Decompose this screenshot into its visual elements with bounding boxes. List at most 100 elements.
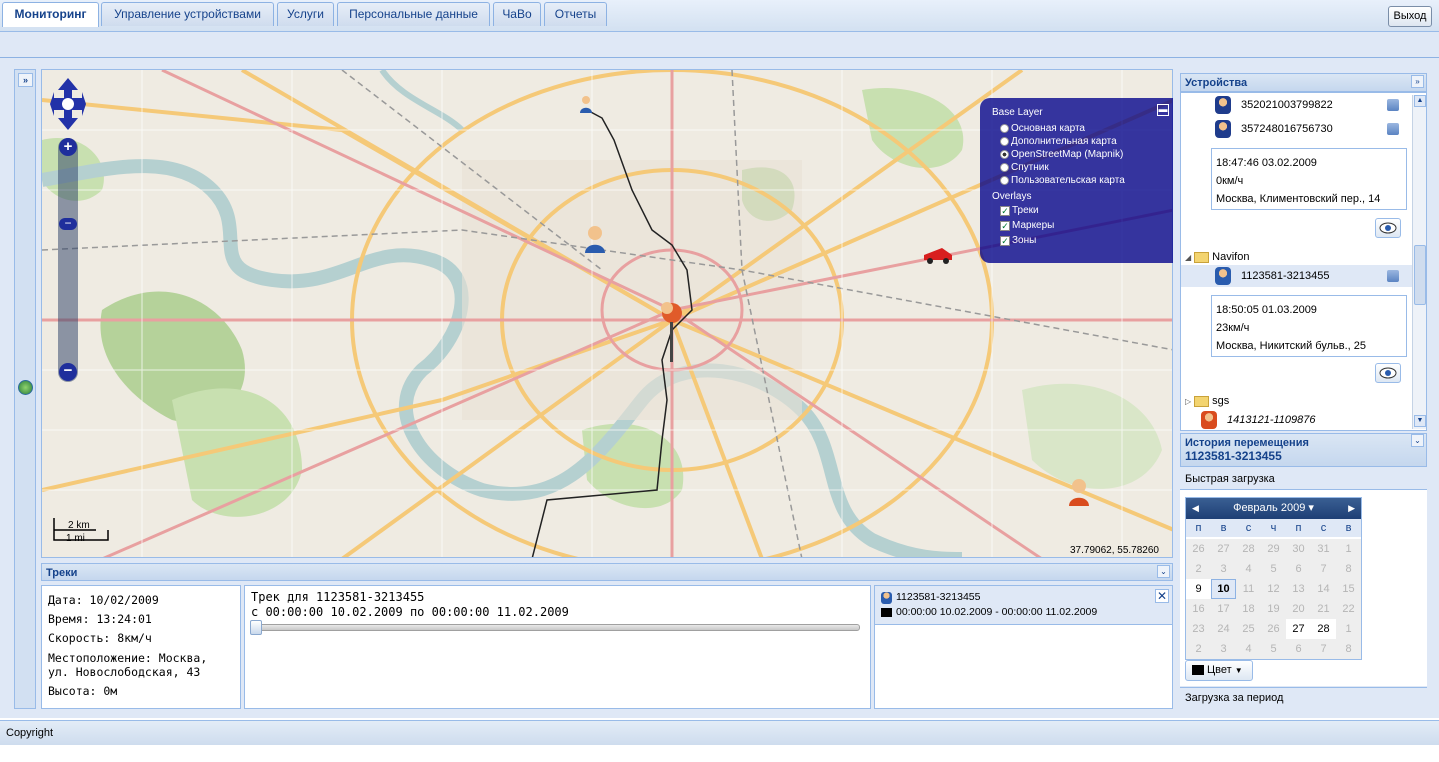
zoom-in-icon[interactable]: + [59,138,77,156]
logout-button[interactable]: Выход [1388,6,1432,27]
zoom-slider-handle[interactable]: − [59,217,77,230]
layer-option-custom[interactable]: Пользовательская карта [992,174,1173,187]
calendar-day[interactable]: 23 [1186,619,1211,639]
tab-monitoring[interactable]: Мониторинг [2,2,99,27]
layer-option-osm[interactable]: OpenStreetMap (Mapnik) [992,148,1173,161]
calendar-day[interactable]: 9 [1186,579,1211,599]
device-item[interactable]: 357248016756730 [1181,118,1413,140]
overlay-tracks[interactable]: ✓ Треки [992,203,1173,218]
calendar-day[interactable]: 22 [1336,599,1361,619]
track-list-item[interactable]: 1123581-3213455 00:00:00 10.02.2009 - 00… [875,586,1172,625]
day-of-week: п [1286,519,1311,537]
tab-device-management[interactable]: Управление устройствами [101,2,274,26]
close-icon[interactable]: ✕ [1155,589,1169,603]
track-slider-thumb[interactable] [250,620,262,635]
pan-control[interactable] [50,78,86,130]
collapse-down-icon[interactable]: ⌄ [1411,434,1424,447]
tab-services[interactable]: Услуги [277,2,334,26]
calendar-day[interactable]: 26 [1186,539,1211,559]
calendar-day[interactable]: 6 [1286,639,1311,659]
prev-month-icon[interactable]: ◀ [1192,498,1199,518]
calendar-day[interactable]: 2 [1186,559,1211,579]
scroll-up-icon[interactable]: ▲ [1414,95,1426,107]
expand-right-icon[interactable]: » [1411,75,1424,88]
group-name: Navifon [1212,251,1250,263]
device-item[interactable]: 1413121-1109876 [1181,409,1413,430]
eye-icon[interactable] [1375,218,1401,238]
layer-option-additional[interactable]: Дополнительная карта [992,135,1173,148]
minimize-icon[interactable]: ▬ [1157,104,1169,116]
calendar-day[interactable]: 21 [1311,599,1336,619]
collapse-down-icon[interactable]: ⌄ [1157,565,1170,578]
track-slider[interactable] [250,624,860,631]
quick-load-header[interactable]: Быстрая загрузка [1180,469,1427,490]
calendar-day[interactable]: 14 [1311,579,1336,599]
calendar-day[interactable]: 13 [1286,579,1311,599]
expand-left-icon[interactable]: » [18,73,33,87]
track-color-swatch [881,608,892,617]
calendar-day[interactable]: 6 [1286,559,1311,579]
tab-reports[interactable]: Отчеты [544,2,607,26]
calendar-day[interactable]: 4 [1236,559,1261,579]
locate-icon[interactable] [1387,123,1399,135]
overlays-title: Overlays [992,191,1032,202]
calendar-day[interactable]: 11 [1236,579,1261,599]
color-swatch [1192,665,1204,676]
overlay-markers[interactable]: ✓ Маркеры [992,218,1173,233]
calendar-day[interactable]: 29 [1261,539,1286,559]
calendar-day[interactable]: 27 [1286,619,1311,639]
calendar-day[interactable]: 31 [1311,539,1336,559]
device-item-selected[interactable]: 1123581-3213455 [1181,265,1413,287]
base-layer-title: Base Layer [992,107,1043,118]
calendar-day[interactable]: 5 [1261,639,1286,659]
scroll-down-icon[interactable]: ▼ [1414,415,1426,427]
scroll-thumb[interactable] [1414,245,1426,305]
calendar-day[interactable]: 4 [1236,639,1261,659]
calendar-day[interactable]: 30 [1286,539,1311,559]
locate-icon[interactable] [1387,270,1399,282]
month-picker[interactable]: Февраль 2009 ▾ [1233,502,1314,514]
devices-scrollbar[interactable]: ▲ ▼ [1412,95,1426,429]
calendar-day[interactable]: 16 [1186,599,1211,619]
calendar-day[interactable]: 10 [1211,579,1236,599]
calendar-day[interactable]: 3 [1211,559,1236,579]
globe-icon[interactable] [18,380,33,395]
calendar-day[interactable]: 17 [1211,599,1236,619]
zoom-out-icon[interactable]: − [59,363,77,381]
calendar-day[interactable]: 19 [1261,599,1286,619]
calendar-day[interactable]: 27 [1211,539,1236,559]
next-month-icon[interactable]: ▶ [1348,498,1355,518]
zoom-bar[interactable] [58,138,78,382]
calendar-day[interactable]: 7 [1311,639,1336,659]
calendar-day[interactable]: 25 [1236,619,1261,639]
overlay-zones[interactable]: ✓ Зоны [992,233,1173,248]
calendar-day[interactable]: 12 [1261,579,1286,599]
calendar-day[interactable]: 26 [1261,619,1286,639]
calendar-day[interactable]: 1 [1336,619,1361,639]
calendar-day[interactable]: 18 [1236,599,1261,619]
calendar-day[interactable]: 5 [1261,559,1286,579]
calendar-day[interactable]: 15 [1336,579,1361,599]
tab-faq[interactable]: ЧаВо [493,2,541,26]
calendar-day[interactable]: 24 [1211,619,1236,639]
calendar-day[interactable]: 28 [1311,619,1336,639]
layer-option-satellite[interactable]: Спутник [992,161,1173,174]
eye-icon[interactable] [1375,363,1401,383]
calendar-day[interactable]: 28 [1236,539,1261,559]
calendar-day[interactable]: 1 [1336,539,1361,559]
calendar-day[interactable]: 20 [1286,599,1311,619]
calendar-day[interactable]: 7 [1311,559,1336,579]
info-location-street: ул. Новослободская, 43 [48,665,201,679]
status-time: 18:50:05 01.03.2009 [1216,304,1317,316]
period-load-header[interactable]: Загрузка за период [1180,687,1427,709]
layer-option-main[interactable]: Основная карта [992,122,1173,135]
device-item[interactable]: 352021003799822 [1181,94,1413,116]
calendar-day[interactable]: 8 [1336,639,1361,659]
calendar-day[interactable]: 8 [1336,559,1361,579]
tab-personal-data[interactable]: Персональные данные [337,2,490,26]
calendar-day[interactable]: 3 [1211,639,1236,659]
locate-icon[interactable] [1387,99,1399,111]
calendar-day[interactable]: 2 [1186,639,1211,659]
color-label: Цвет [1207,664,1232,676]
color-picker-button[interactable]: Цвет ▼ [1185,660,1253,681]
